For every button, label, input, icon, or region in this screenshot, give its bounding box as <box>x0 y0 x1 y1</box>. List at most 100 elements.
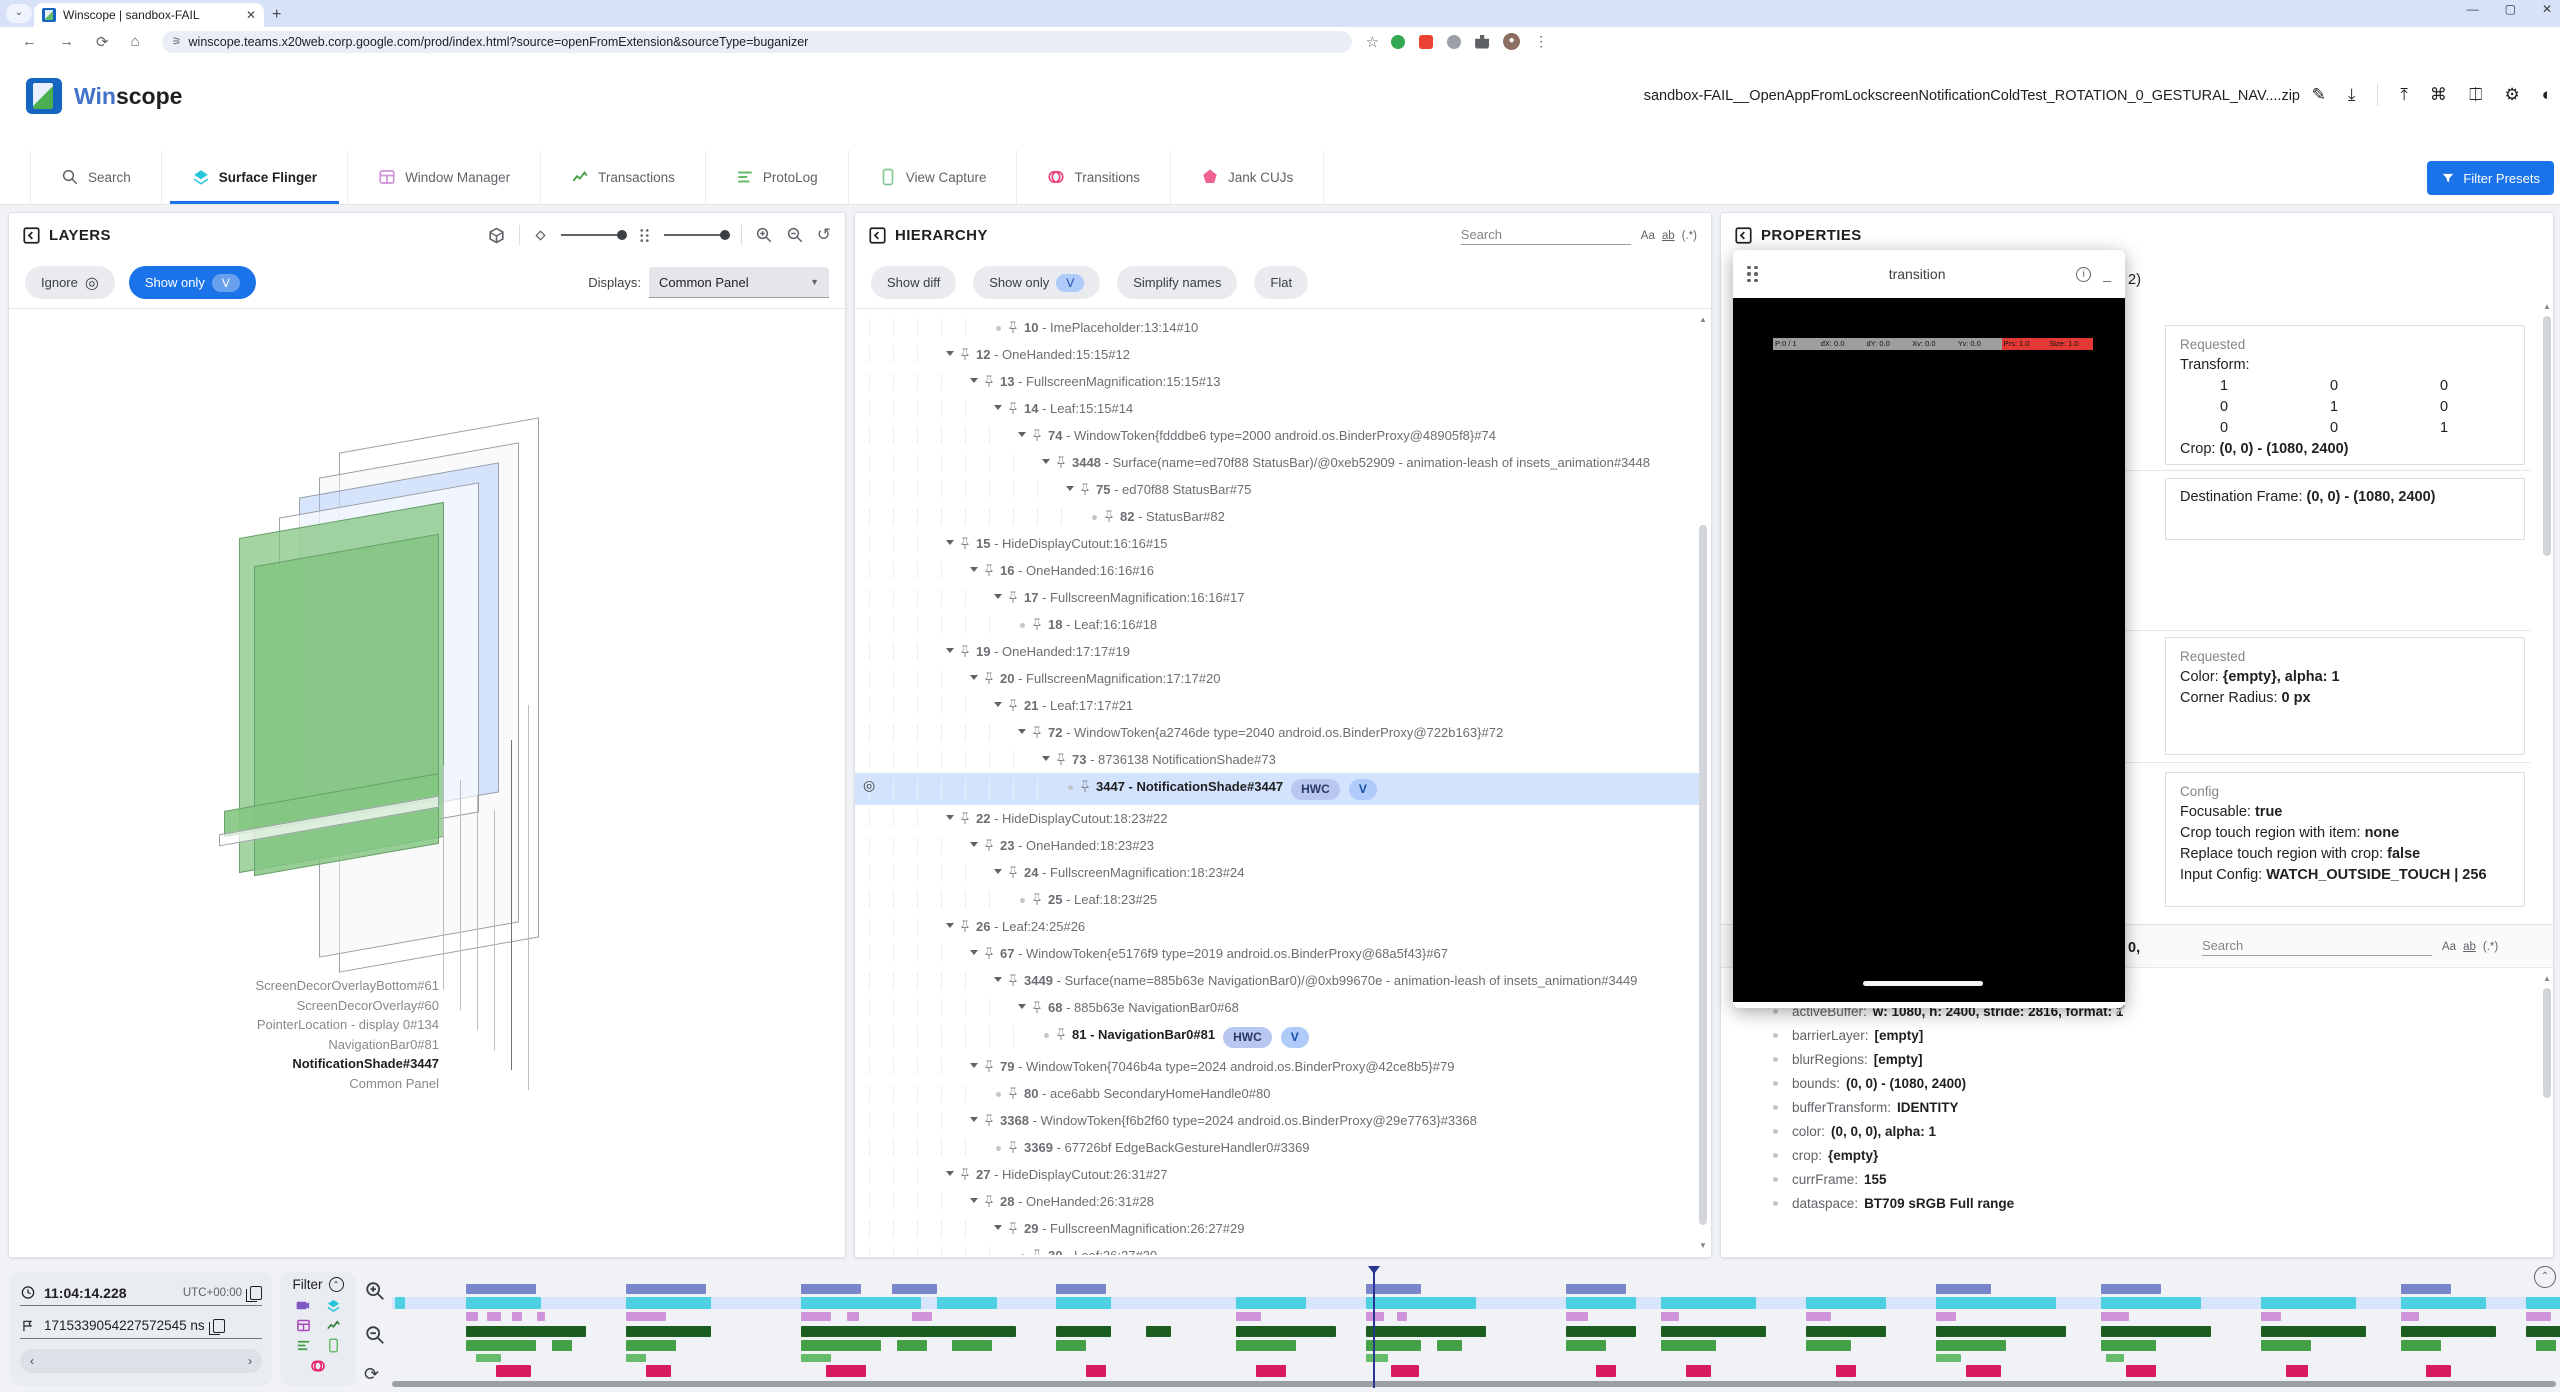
hierarchy-node-67[interactable]: 67 - WindowToken{e5176f9 type=2019 andro… <box>855 940 1699 967</box>
trace-entry-block[interactable] <box>952 1340 992 1351</box>
hierarchy-node-3447[interactable]: ◎3447 - NotificationShade#3447HWCV <box>855 773 1699 805</box>
collapse-panel-icon[interactable] <box>869 227 886 244</box>
copy-icon[interactable] <box>213 1319 225 1333</box>
trace-entry-block[interactable] <box>1236 1297 1306 1309</box>
pin-icon[interactable] <box>1007 697 1024 712</box>
trace-entry-block[interactable] <box>801 1354 831 1362</box>
pin-icon[interactable] <box>1031 999 1048 1014</box>
trace-entry-block[interactable] <box>801 1326 1016 1337</box>
collapse-panel-icon[interactable] <box>1735 227 1752 244</box>
trace-entry-block[interactable] <box>1437 1340 1462 1351</box>
hierarchy-node-27[interactable]: 27 - HideDisplayCutout:26:31#27 <box>855 1161 1699 1188</box>
jank-cuj-track[interactable] <box>392 1365 2560 1377</box>
pin-icon[interactable] <box>983 945 1000 960</box>
match-word-toggle[interactable]: ab <box>2463 941 2476 953</box>
window-manager-toggle-icon[interactable] <box>296 1318 311 1333</box>
trace-entry-block[interactable] <box>1806 1297 1886 1309</box>
protolog-track[interactable] <box>392 1354 2560 1362</box>
shortcuts-icon[interactable]: ⌘ <box>2430 85 2447 105</box>
timestamp-ns[interactable]: 1715339054227572545 ns <box>44 1318 205 1333</box>
copy-icon[interactable] <box>250 1286 262 1300</box>
property-item[interactable]: color:(0, 0, 0), alpha: 1 <box>1721 1119 2541 1143</box>
pin-icon[interactable] <box>1031 891 1048 906</box>
profile-avatar[interactable]: ● <box>1503 33 1520 50</box>
pin-icon[interactable] <box>1007 1220 1024 1235</box>
trace-entry-block[interactable] <box>2126 1365 2156 1377</box>
pin-icon[interactable] <box>983 1112 1000 1127</box>
regex-toggle[interactable]: (.*) <box>1682 230 1697 242</box>
info-icon[interactable]: i <box>2076 267 2091 282</box>
download-icon[interactable]: ⤓ <box>2348 85 2356 105</box>
trace-entry-block[interactable] <box>2286 1365 2308 1377</box>
trace-entry-block[interactable] <box>2426 1365 2451 1377</box>
trace-tab-search[interactable]: Search <box>30 150 162 204</box>
window-manager-track[interactable] <box>392 1312 2560 1321</box>
hierarchy-scrollbar[interactable]: ▲ ▼ <box>1697 315 1709 1251</box>
trace-entry-block[interactable] <box>1566 1340 1606 1351</box>
pin-icon[interactable] <box>983 1058 1000 1073</box>
pin-icon[interactable] <box>983 1193 1000 1208</box>
scroll-up-icon[interactable]: ▲ <box>1699 315 1707 325</box>
hierarchy-node-23[interactable]: 23 - OneHanded:18:23#23 <box>855 832 1699 859</box>
trace-entry-block[interactable] <box>2101 1312 2129 1321</box>
trace-entry-block[interactable] <box>826 1365 866 1377</box>
minimize-icon[interactable]: — <box>2467 2 2479 16</box>
trace-entry-block[interactable] <box>2101 1297 2201 1309</box>
trace-entry-block[interactable] <box>2401 1326 2496 1337</box>
pin-icon[interactable] <box>1007 1139 1024 1154</box>
hierarchy-node-14[interactable]: 14 - Leaf:15:15#14 <box>855 395 1699 422</box>
timeline-scrollbar[interactable] <box>392 1381 2556 1387</box>
layer-label[interactable]: PointerLocation - display 0#134 <box>119 1015 439 1035</box>
pin-icon[interactable] <box>1007 972 1024 987</box>
hierarchy-node-15[interactable]: 15 - HideDisplayCutout:16:16#15 <box>855 530 1699 557</box>
show-only-button[interactable]: Show only V <box>129 266 256 299</box>
pin-icon[interactable] <box>959 643 976 658</box>
pin-icon[interactable] <box>1031 724 1048 739</box>
expand-arrow-icon[interactable] <box>965 1112 983 1122</box>
maximize-icon[interactable]: ▢ <box>2505 2 2516 16</box>
transitions-track[interactable] <box>392 1284 2560 1294</box>
timestamp-time[interactable]: 11:04:14.228 <box>44 1285 127 1301</box>
timeline-cursor[interactable] <box>1373 1268 1375 1388</box>
protolog-toggle-icon[interactable] <box>296 1338 311 1353</box>
match-case-toggle[interactable]: Aa <box>2442 941 2456 953</box>
extension-icon-gray[interactable] <box>1447 35 1461 49</box>
pin-icon[interactable] <box>983 837 1000 852</box>
trace-entry-block[interactable] <box>1256 1365 1286 1377</box>
property-item[interactable]: bufferTransform:IDENTITY <box>1721 1095 2541 1119</box>
pin-icon[interactable] <box>959 1166 976 1181</box>
timeline-zoom-out-icon[interactable] <box>364 1324 386 1346</box>
trace-entry-block[interactable] <box>1366 1354 1388 1362</box>
trace-entry-block[interactable] <box>1936 1340 2006 1351</box>
trace-entry-block[interactable] <box>1936 1312 1956 1321</box>
trace-entry-block[interactable] <box>801 1340 881 1351</box>
expand-timeline-icon[interactable]: ⌃ <box>2534 1266 2556 1288</box>
expand-arrow-icon[interactable] <box>965 562 983 572</box>
report-bug-icon[interactable]: ⚙ <box>2504 85 2519 105</box>
edit-icon[interactable]: ✎ <box>2312 85 2326 105</box>
scroll-up-icon[interactable]: ▲ <box>2543 302 2551 312</box>
reset-view-icon[interactable]: ↺ <box>817 225 831 245</box>
trace-entry-block[interactable] <box>2261 1326 2366 1337</box>
hierarchy-node-73[interactable]: 73 - 8736138 NotificationShade#73 <box>855 746 1699 773</box>
trace-entry-block[interactable] <box>2526 1297 2560 1309</box>
trace-entry-block[interactable] <box>512 1312 522 1321</box>
collapse-panel-icon[interactable] <box>23 227 40 244</box>
pin-icon[interactable] <box>983 373 1000 388</box>
trace-entry-block[interactable] <box>1056 1326 1111 1337</box>
filter-presets-button[interactable]: Filter Presets <box>2427 161 2554 195</box>
trace-entry-block[interactable] <box>2401 1312 2419 1321</box>
property-item[interactable]: dataspace:BT709 sRGB Full range <box>1721 1191 2541 1215</box>
hierarchy-node-75[interactable]: 75 - ed70f88 StatusBar#75 <box>855 476 1699 503</box>
trace-entry-block[interactable] <box>1936 1326 2066 1337</box>
hierarchy-node-19[interactable]: 19 - OneHanded:17:17#19 <box>855 638 1699 665</box>
hierarchy-node-22[interactable]: 22 - HideDisplayCutout:18:23#22 <box>855 805 1699 832</box>
hierarchy-node-10[interactable]: 10 - ImePlaceholder:13:14#10 <box>855 314 1699 341</box>
visibility-icon[interactable]: ◎ <box>863 777 875 794</box>
hierarchy-node-82[interactable]: 82 - StatusBar#82 <box>855 503 1699 530</box>
displays-select[interactable]: Common Panel ▼ <box>649 267 829 298</box>
hierarchy-node-18[interactable]: 18 - Leaf:16:16#18 <box>855 611 1699 638</box>
hierarchy-node-81[interactable]: 81 - NavigationBar0#81HWCV <box>855 1021 1699 1053</box>
trace-entry-block[interactable] <box>1661 1340 1716 1351</box>
scroll-right-icon[interactable]: › <box>248 1354 252 1368</box>
